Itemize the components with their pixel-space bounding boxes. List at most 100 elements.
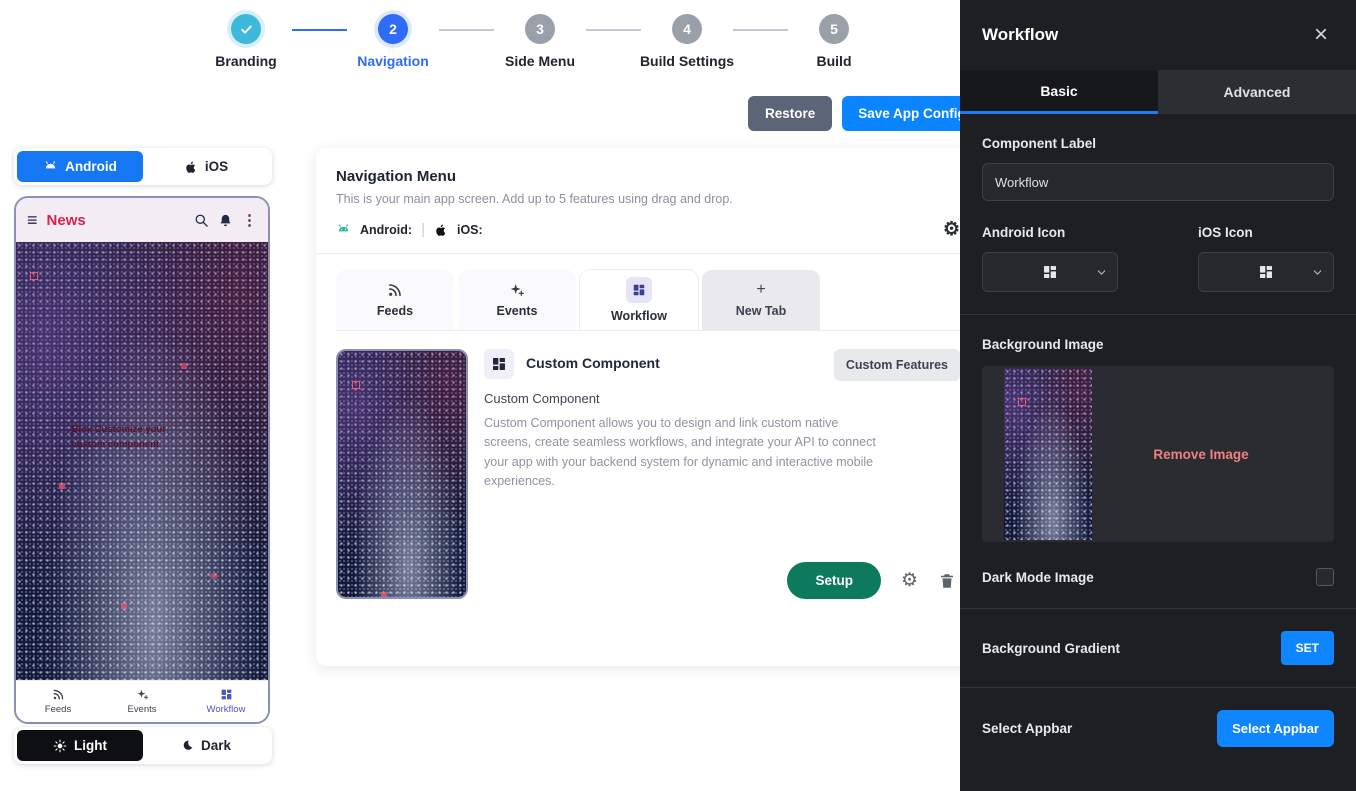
tab-events-label: Events bbox=[497, 304, 538, 318]
custom-features-badge: Custom Features bbox=[834, 349, 960, 381]
step-side-menu-label: Side Menu bbox=[505, 53, 575, 69]
theme-toggle: Light Dark bbox=[14, 727, 272, 764]
ios-icon-field: iOS Icon bbox=[1198, 225, 1334, 292]
android-icon-select[interactable] bbox=[982, 252, 1118, 292]
phone-tabbar: Feeds Events Workflow bbox=[16, 680, 268, 722]
platform-labels-row: Android: | iOS: ⚙ bbox=[336, 220, 960, 239]
card-title: Navigation Menu bbox=[336, 168, 960, 185]
settings-gear-icon[interactable]: ⚙ bbox=[943, 220, 960, 239]
theme-light-label: Light bbox=[74, 738, 107, 753]
step-connector bbox=[439, 29, 494, 31]
step-connector bbox=[733, 29, 788, 31]
select-appbar-label: Select Appbar bbox=[982, 721, 1072, 736]
tab-events[interactable]: Events bbox=[458, 270, 576, 330]
kebab-menu-icon[interactable]: ⋮ bbox=[242, 211, 257, 229]
dark-mode-image-row: Dark Mode Image bbox=[982, 568, 1334, 586]
android-icon-label: Android Icon bbox=[982, 225, 1118, 240]
select-appbar-button[interactable]: Select Appbar bbox=[1217, 710, 1334, 747]
divider bbox=[960, 314, 1356, 315]
phone-preview: ≡ News ⋮ Blox Customize your custom comp… bbox=[14, 196, 270, 724]
grid-icon bbox=[1258, 264, 1274, 280]
ios-label: iOS: bbox=[457, 223, 483, 237]
divider bbox=[960, 687, 1356, 688]
panel-body: Component Label Android Icon iOS Icon bbox=[960, 114, 1356, 791]
divider: | bbox=[421, 221, 425, 238]
rss-icon bbox=[52, 688, 65, 701]
android-label: Android: bbox=[360, 223, 412, 237]
chevron-down-icon bbox=[1095, 266, 1108, 279]
ios-icon-label: iOS Icon bbox=[1198, 225, 1334, 240]
hamburger-menu-icon[interactable]: ≡ bbox=[27, 211, 38, 229]
delete-trash-icon[interactable] bbox=[938, 572, 956, 590]
step-build-settings[interactable]: 4 Build Settings bbox=[641, 14, 733, 69]
component-settings-gear-icon[interactable]: ⚙ bbox=[901, 571, 918, 590]
step-branding-circle bbox=[231, 14, 261, 44]
navigation-menu-card: Navigation Menu This is your main app sc… bbox=[316, 148, 980, 666]
step-side-menu[interactable]: 3 Side Menu bbox=[494, 14, 586, 69]
background-image-preview: Remove Image bbox=[982, 366, 1334, 542]
platform-ios-label: iOS bbox=[205, 159, 228, 174]
restore-button[interactable]: Restore bbox=[748, 96, 832, 131]
phone-tab-feeds[interactable]: Feeds bbox=[16, 681, 100, 722]
step-connector bbox=[292, 29, 347, 31]
component-subtitle: Custom Component bbox=[484, 391, 960, 406]
grid-icon bbox=[491, 356, 507, 372]
chevron-down-icon bbox=[1311, 266, 1324, 279]
phone-tab-events[interactable]: Events bbox=[100, 681, 184, 722]
phone-overlay-text: Blox Customize your custom component bbox=[71, 422, 166, 452]
set-gradient-button[interactable]: SET bbox=[1281, 631, 1334, 665]
component-actions: Setup ⚙ bbox=[484, 562, 960, 599]
check-icon bbox=[239, 22, 254, 37]
theme-light-segment[interactable]: Light bbox=[17, 730, 143, 761]
apple-icon bbox=[434, 223, 448, 237]
dark-mode-image-checkbox[interactable] bbox=[1316, 568, 1334, 586]
phone-overlay-line2: custom component bbox=[71, 437, 166, 452]
phone-tab-workflow-label: Workflow bbox=[207, 704, 246, 715]
moon-icon bbox=[181, 739, 194, 752]
sun-icon bbox=[53, 739, 67, 753]
search-icon[interactable] bbox=[194, 213, 209, 228]
dark-mode-image-label: Dark Mode Image bbox=[982, 570, 1094, 585]
theme-dark-segment[interactable]: Dark bbox=[143, 730, 269, 761]
background-gradient-row: Background Gradient SET bbox=[982, 631, 1334, 665]
phone-tab-workflow[interactable]: Workflow bbox=[184, 681, 268, 722]
ios-icon-select[interactable] bbox=[1198, 252, 1334, 292]
sparkle-icon bbox=[136, 688, 149, 701]
bell-icon[interactable] bbox=[218, 213, 233, 228]
step-navigation[interactable]: 2 Navigation bbox=[347, 14, 439, 69]
tab-feeds-label: Feeds bbox=[377, 304, 413, 318]
remove-image-link[interactable]: Remove Image bbox=[1153, 447, 1272, 462]
grid-icon bbox=[1042, 264, 1058, 280]
tab-new-tab[interactable]: + New Tab bbox=[702, 270, 820, 330]
phone-appbar-title: News bbox=[47, 212, 86, 229]
step-side-menu-circle: 3 bbox=[525, 14, 555, 44]
step-branding[interactable]: Branding bbox=[200, 14, 292, 69]
panel-tab-advanced[interactable]: Advanced bbox=[1158, 70, 1356, 114]
component-description: Custom Component allows you to design an… bbox=[484, 414, 886, 492]
panel-tab-basic[interactable]: Basic bbox=[960, 70, 1158, 114]
step-build-settings-label: Build Settings bbox=[640, 53, 734, 69]
step-navigation-label: Navigation bbox=[357, 53, 429, 69]
platform-android-label: Android bbox=[65, 159, 117, 174]
step-build[interactable]: 5 Build bbox=[788, 14, 880, 69]
setup-button[interactable]: Setup bbox=[787, 562, 881, 599]
icon-selects-row: Android Icon iOS Icon bbox=[982, 225, 1334, 292]
build-stepper: Branding 2 Navigation 3 Side Menu 4 Buil… bbox=[200, 14, 880, 69]
apple-icon bbox=[184, 160, 198, 174]
close-icon[interactable]: × bbox=[1308, 22, 1334, 48]
divider bbox=[316, 253, 980, 254]
step-build-label: Build bbox=[817, 53, 852, 69]
component-label-input[interactable] bbox=[982, 163, 1334, 201]
app-builder-screen: Branding 2 Navigation 3 Side Menu 4 Buil… bbox=[0, 0, 1356, 791]
platform-android-segment[interactable]: Android bbox=[17, 151, 143, 182]
phone-overlay-line1: Blox Customize your bbox=[71, 422, 166, 437]
panel-title: Workflow bbox=[982, 25, 1058, 45]
platform-ios-segment[interactable]: iOS bbox=[143, 151, 269, 182]
tab-feeds[interactable]: Feeds bbox=[336, 270, 454, 330]
background-gradient-label: Background Gradient bbox=[982, 641, 1120, 656]
component-detail-row: Custom Component Custom Features Custom … bbox=[336, 349, 960, 599]
step-build-settings-circle: 4 bbox=[672, 14, 702, 44]
panel-header: Workflow × bbox=[960, 0, 1356, 70]
tab-workflow[interactable]: Workflow bbox=[580, 270, 698, 330]
step-connector bbox=[586, 29, 641, 31]
